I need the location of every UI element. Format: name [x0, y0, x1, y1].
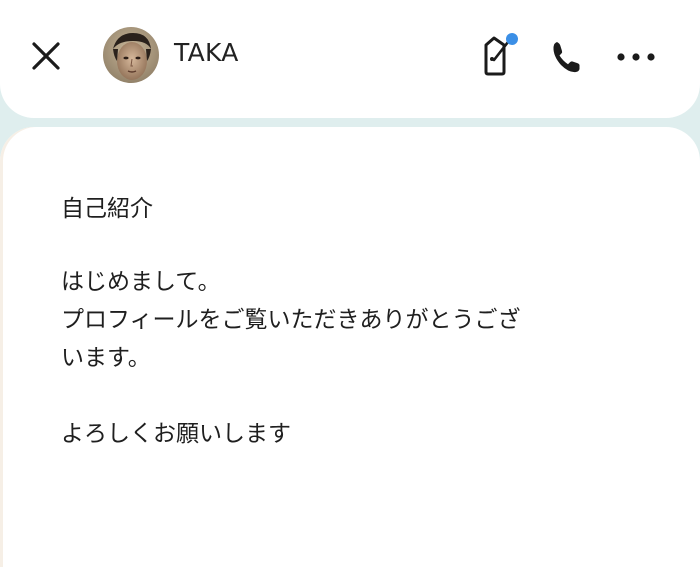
username[interactable]: TAKA [174, 37, 239, 69]
tag-button[interactable] [474, 31, 522, 79]
chat-header: TAKA [0, 0, 700, 118]
close-button[interactable] [28, 38, 64, 74]
call-button[interactable] [544, 34, 588, 78]
profile-card: 自己紹介 はじめまして。 プロフィールをご覧いただきありがとうござ います。 よ… [0, 127, 700, 567]
intro-text: はじめまして。 プロフィールをご覧いただきありがとうござ います。 よろしくお願… [61, 269, 521, 447]
avatar[interactable] [103, 27, 159, 83]
more-options-button[interactable] [612, 38, 660, 74]
notification-dot [506, 33, 518, 45]
tag-icon [484, 33, 518, 76]
more-horizontal-icon [617, 53, 655, 61]
phone-icon [553, 42, 580, 73]
section-title: 自己紹介 [61, 196, 153, 222]
close-icon [32, 42, 60, 70]
